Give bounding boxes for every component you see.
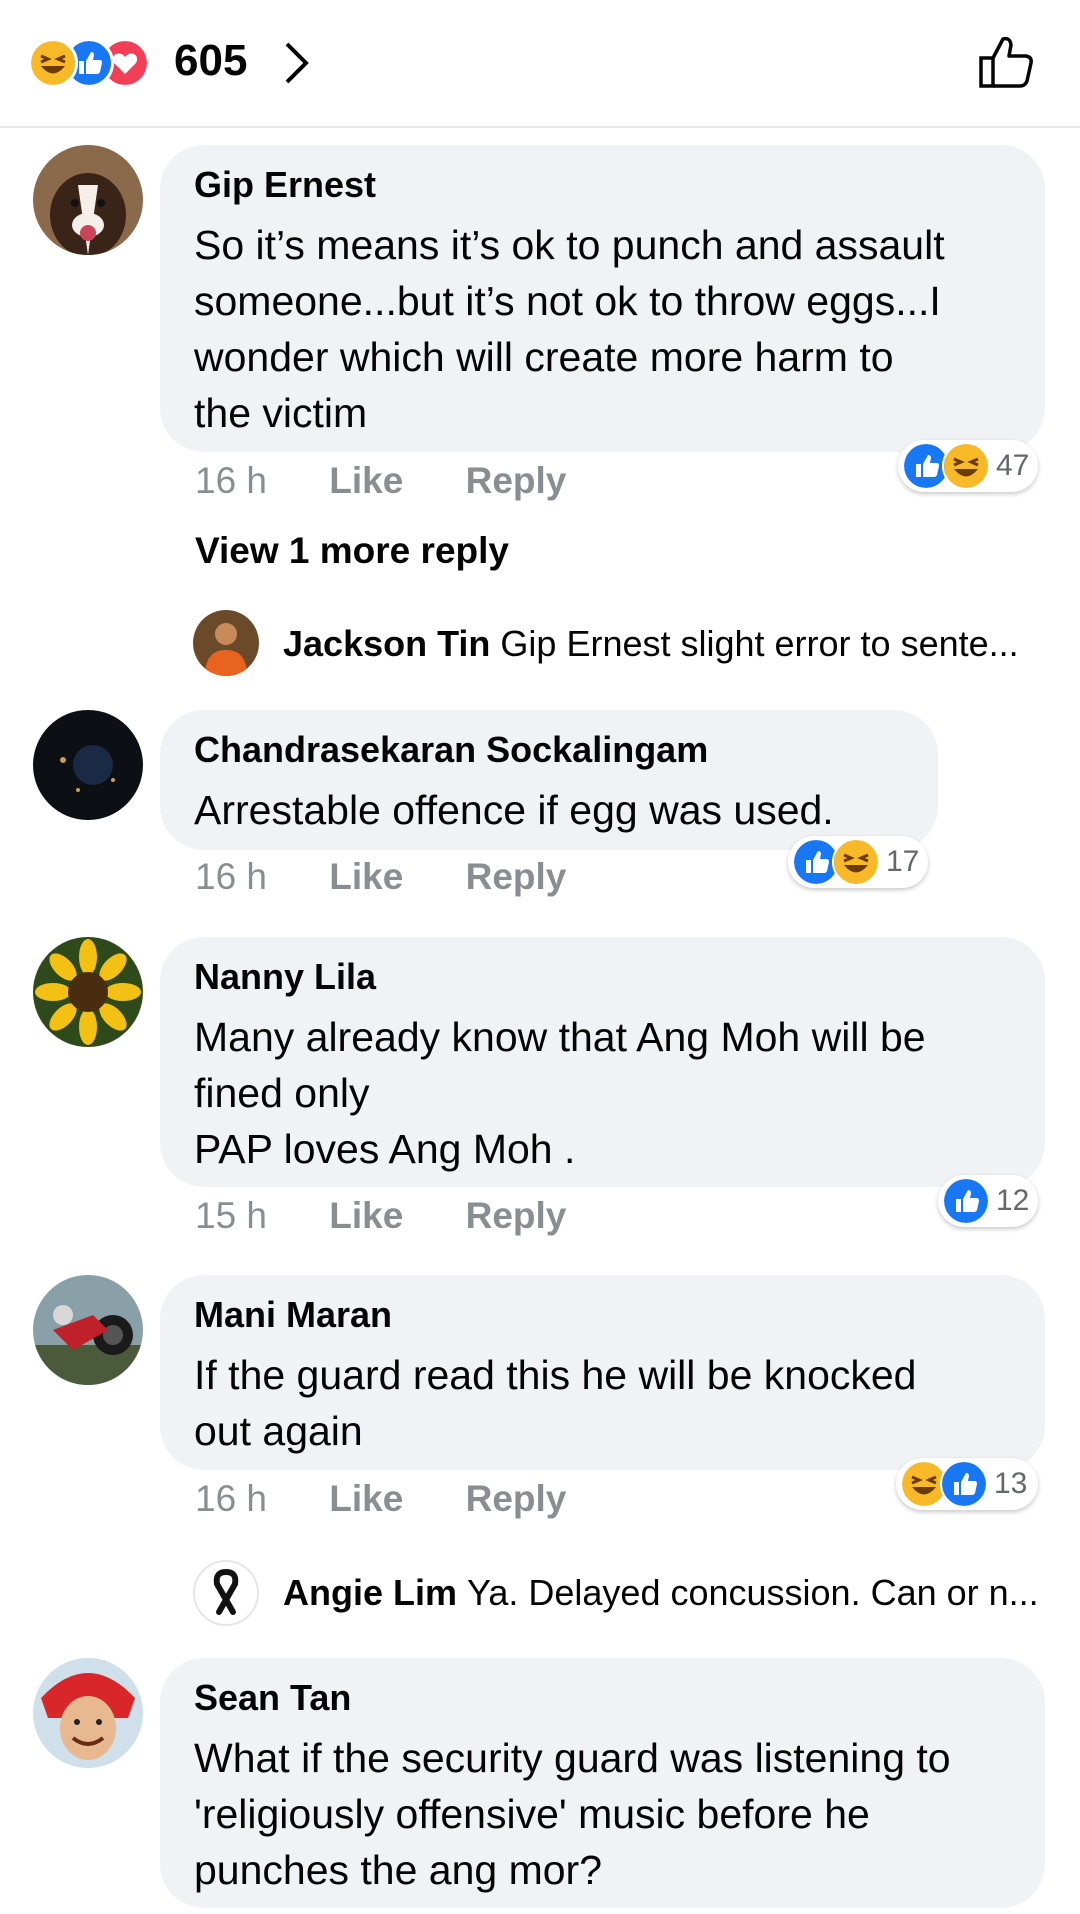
like-action[interactable]: Like — [329, 1195, 403, 1237]
like-action[interactable]: Like — [329, 1478, 403, 1520]
reactions-header: 605 — [0, 0, 1080, 128]
reply-action[interactable]: Reply — [466, 856, 567, 898]
comment-author[interactable]: Mani Maran — [194, 1293, 1011, 1337]
dog-avatar-icon — [33, 145, 143, 255]
comment-author[interactable]: Gip Ernest — [194, 163, 1011, 207]
reaction-summary[interactable] — [28, 38, 168, 88]
comment-bubble: Sean Tan What if the security guard was … — [160, 1658, 1045, 1908]
reply-text: Gip Ernest slight error to sente... — [500, 623, 1019, 664]
comment-bubble: Mani Maran If the guard read this he wil… — [160, 1275, 1045, 1470]
haha-icon — [832, 838, 880, 886]
avatar[interactable] — [33, 145, 143, 255]
comment-bubble: Gip Ernest So it’s means it’s ok to punc… — [160, 145, 1045, 452]
reaction-count: 12 — [996, 1184, 1030, 1217]
comment-text: What if the security guard was listening… — [194, 1735, 951, 1893]
comment-reactions[interactable]: 12 — [938, 1175, 1038, 1227]
person-avatar-icon — [33, 1658, 143, 1768]
reply-author[interactable]: Angie Lim — [283, 1572, 457, 1613]
sunflower-avatar-icon — [33, 937, 143, 1047]
night-photo-avatar-icon — [33, 710, 143, 820]
comment-time[interactable]: 15 h — [195, 1195, 267, 1237]
comment-reactions[interactable]: 13 — [896, 1458, 1038, 1510]
reaction-count: 17 — [886, 845, 920, 878]
reply-text: Ya. Delayed concussion. Can or n... — [467, 1572, 1039, 1613]
avatar[interactable] — [33, 1658, 143, 1768]
reply-preview[interactable]: Jackson Tin Gip Ernest slight error to se… — [195, 623, 1019, 665]
like-action[interactable]: Like — [329, 460, 403, 502]
reply-author[interactable]: Jackson Tin — [283, 623, 490, 664]
avatar[interactable] — [33, 937, 143, 1047]
comment-text: Arrestable offence if egg was used. — [194, 787, 834, 833]
reaction-count: 13 — [994, 1467, 1028, 1500]
haha-icon — [28, 38, 78, 88]
avatar[interactable] — [33, 1275, 143, 1385]
comment-actions: 15 h Like Reply — [195, 1195, 618, 1237]
reply-preview[interactable]: Angie Lim Ya. Delayed concussion. Can or … — [195, 1572, 1039, 1614]
motorbike-avatar-icon — [33, 1275, 143, 1385]
like-icon — [940, 1460, 988, 1508]
comment-text: So it’s means it’s ok to punch and assau… — [194, 222, 945, 436]
view-more-replies-link[interactable]: View 1 more reply — [195, 530, 509, 572]
avatar[interactable] — [33, 710, 143, 820]
comment-bubble: Nanny Lila Many already know that Ang Mo… — [160, 937, 1045, 1187]
reaction-count[interactable]: 605 — [174, 36, 247, 86]
comment-actions: 16 h Like Reply — [195, 856, 618, 898]
reaction-count: 47 — [996, 449, 1030, 482]
comment-text: Many already know that Ang Moh will be f… — [194, 1014, 926, 1172]
comment-actions: 16 h Like Reply — [195, 460, 618, 502]
like-icon — [942, 1177, 990, 1225]
comment-text: If the guard read this he will be knocke… — [194, 1352, 917, 1454]
chevron-right-icon[interactable] — [272, 38, 322, 88]
comment-actions: 16 h Like Reply — [195, 1478, 618, 1520]
reply-action[interactable]: Reply — [466, 1195, 567, 1237]
like-action[interactable]: Like — [329, 856, 403, 898]
comment-bubble: Chandrasekaran Sockalingam Arrestable of… — [160, 710, 938, 850]
reply-action[interactable]: Reply — [466, 1478, 567, 1520]
comment-reactions[interactable]: 47 — [898, 440, 1038, 492]
comment-reactions[interactable]: 17 — [788, 836, 928, 888]
like-button-icon[interactable] — [975, 30, 1037, 92]
haha-icon — [942, 442, 990, 490]
comment-time[interactable]: 16 h — [195, 460, 267, 502]
reply-action[interactable]: Reply — [466, 460, 567, 502]
comment-author[interactable]: Chandrasekaran Sockalingam — [194, 728, 904, 772]
comment-time[interactable]: 16 h — [195, 856, 267, 898]
comment-time[interactable]: 16 h — [195, 1478, 267, 1520]
comment-author[interactable]: Sean Tan — [194, 1676, 1011, 1720]
comment-author[interactable]: Nanny Lila — [194, 955, 1011, 999]
